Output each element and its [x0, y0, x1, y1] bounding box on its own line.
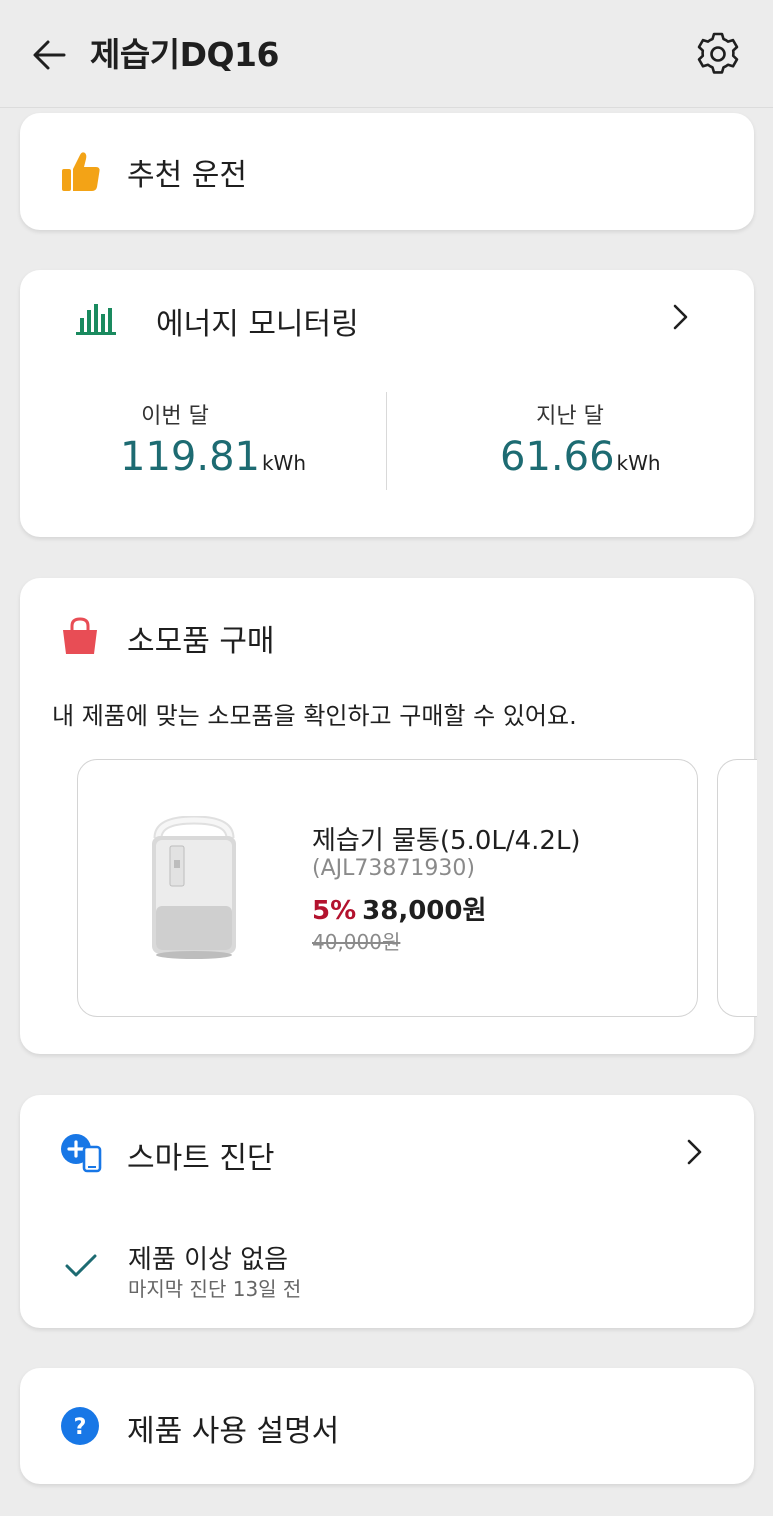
energy-title: 에너지 모니터링 — [156, 307, 359, 342]
original-price: 40,000원 — [312, 930, 401, 954]
recommend-title: 추천 운전 — [127, 158, 247, 193]
this-month-value: 119.81 — [120, 434, 260, 480]
last-diagnosis: 마지막 진단 13일 전 — [128, 1277, 302, 1301]
diagnosis-status: 제품 이상 없음 — [128, 1245, 289, 1275]
smart-diagnosis-icon — [60, 1133, 104, 1177]
product-card[interactable]: 제습기 물통(5.0L/4.2L) (AJL73871930) 5% 38,000… — [77, 759, 698, 1017]
last-month-unit: kWh — [616, 451, 661, 475]
consumables-title: 소모품 구매 — [127, 624, 275, 659]
thumbs-up-icon — [60, 149, 102, 197]
energy-card: 에너지 모니터링 이번 달 119.81 kWh 지난 달 61.66 kWh — [20, 270, 754, 537]
diagnosis-more-button[interactable] — [680, 1137, 708, 1171]
gear-icon — [697, 32, 739, 74]
check-icon — [64, 1253, 98, 1283]
help-icon: ? — [60, 1406, 100, 1450]
last-month-usage: 61.66 kWh — [500, 434, 661, 480]
discount-rate: 5% — [312, 896, 357, 926]
product-code: (AJL73871930) — [312, 856, 475, 881]
settings-button[interactable] — [690, 26, 746, 82]
diagnosis-title: 스마트 진단 — [127, 1141, 275, 1176]
product-price-row: 5% 38,000원 — [312, 890, 486, 927]
recommend-card[interactable]: 추천 운전 — [20, 113, 754, 230]
bar-chart-icon — [76, 302, 116, 340]
this-month-label: 이번 달 — [141, 404, 209, 429]
back-button[interactable] — [26, 30, 74, 78]
arrow-left-icon — [33, 40, 66, 70]
energy-more-button[interactable] — [666, 302, 694, 336]
product-card-next[interactable] — [717, 759, 757, 1017]
svg-text:?: ? — [74, 1415, 87, 1440]
last-month-label: 지난 달 — [536, 404, 604, 429]
product-name: 제습기 물통(5.0L/4.2L) — [312, 826, 581, 856]
this-month-unit: kWh — [261, 451, 307, 475]
consumables-card: 소모품 구매 내 제품에 맞는 소모품을 확인하고 구매할 수 있어요. 제습기… — [20, 578, 757, 1054]
last-month-value: 61.66 — [500, 434, 615, 480]
this-month-usage: 119.81 kWh — [120, 434, 306, 480]
shopping-bag-icon — [60, 616, 100, 660]
page-title: 제습기DQ16 — [90, 35, 279, 74]
app-header: 제습기DQ16 — [0, 0, 773, 108]
diagnosis-card[interactable]: 스마트 진단 제품 이상 없음 마지막 진단 13일 전 — [20, 1095, 754, 1328]
consumables-description: 내 제품에 맞는 소모품을 확인하고 구매할 수 있어요. — [52, 702, 577, 730]
manual-title: 제품 사용 설명서 — [127, 1414, 340, 1449]
manual-card[interactable]: ? 제품 사용 설명서 — [20, 1368, 754, 1484]
sale-price: 38,000원 — [362, 896, 487, 926]
chevron-right-icon — [687, 1139, 702, 1165]
divider — [386, 392, 387, 490]
water-tank-image — [144, 815, 244, 968]
chevron-right-icon — [673, 304, 688, 330]
